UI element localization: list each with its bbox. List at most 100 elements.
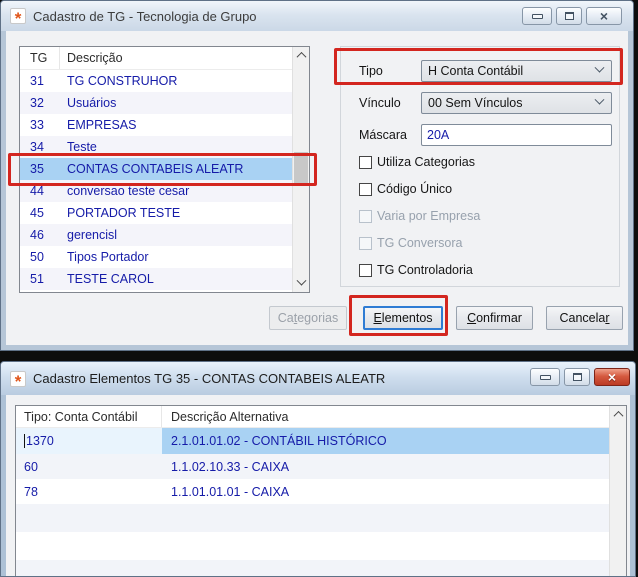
codigo-cell[interactable]: 78 [16, 479, 162, 504]
tg-form-panel: Tipo H Conta Contábil Vínculo 00 Sem Vín… [340, 46, 620, 287]
tg-cell: 44 [30, 184, 44, 198]
descricao-cell: Tipos Portador [67, 250, 149, 264]
descricao-alternativa-cell[interactable]: 2.1.01.01.02 - CONTÁBIL HISTÓRICO [162, 428, 609, 454]
empty-row [16, 532, 609, 560]
tg-cell: 46 [30, 228, 44, 242]
close-icon: × [607, 369, 617, 385]
elementos-table-header[interactable]: Tipo: Conta Contábil Descrição Alternati… [16, 406, 609, 428]
tg-cell: 32 [30, 96, 44, 110]
list-row-35[interactable]: 35 CONTAS CONTABEIS ALEATR [20, 158, 292, 180]
descricao-cell: TG CONSTRUHOR [67, 74, 178, 88]
checkbox-label: Código Único [377, 182, 453, 196]
descricao-cell: PORTADOR TESTE [67, 206, 181, 220]
column-header-tg[interactable]: TG [20, 47, 60, 69]
tg-list-rows: 31 TG CONSTRUHOR 32 Usuários 33 EMPRESAS 34 Tes… [20, 70, 292, 292]
scroll-down-button[interactable] [293, 275, 309, 291]
checkbox-varia-por-empresa: Varia por Empresa [359, 209, 480, 223]
window-title: Cadastro de TG - Tecnologia de Grupo [33, 8, 257, 24]
maximize-icon [572, 373, 582, 381]
close-button[interactable]: × [586, 7, 622, 25]
minimize-button[interactable] [522, 7, 552, 25]
maximize-button[interactable] [564, 368, 590, 386]
title-bar[interactable]: * Cadastro Elementos TG 35 - CONTAS CONT… [1, 362, 635, 395]
column-header-descricao[interactable]: Descrição [60, 51, 292, 65]
descricao-cell: conversao teste cesar [67, 184, 190, 198]
checkbox-box-icon[interactable] [359, 155, 372, 169]
descricao-cell: Teste [67, 140, 97, 154]
column-header-tipo-conta[interactable]: Tipo: Conta Contábil [16, 406, 162, 427]
list-row-33[interactable]: 33 EMPRESAS [20, 114, 292, 136]
descricao-alternativa-cell[interactable]: 1.1.01.01.01 - CAIXA [162, 479, 609, 504]
elementos-button[interactable]: Elementos [363, 306, 443, 330]
checkbox-tg-controladoria[interactable]: TG Controladoria [359, 263, 473, 277]
close-icon: × [599, 8, 609, 24]
cancelar-button[interactable]: Cancelar [546, 306, 623, 330]
list-row-31[interactable]: 31 TG CONSTRUHOR [20, 70, 292, 92]
confirmar-button[interactable]: Confirmar [456, 306, 533, 330]
descricao-cell: CONTAS CONTABEIS ALEATR [67, 162, 244, 176]
descricao-alternativa-cell[interactable]: 1.1.02.10.33 - CAIXA [162, 454, 609, 479]
client-area: TG Descrição 31 TG CONSTRUHOR 32 Usuários 33… [6, 31, 628, 345]
app-logo-icon: * [10, 8, 26, 27]
chevron-up-icon [296, 51, 306, 62]
window-title: Cadastro Elementos TG 35 - CONTAS CONTAB… [33, 371, 386, 386]
tg-list: TG Descrição 31 TG CONSTRUHOR 32 Usuários 33… [19, 46, 310, 293]
cadastro-elementos-window: * Cadastro Elementos TG 35 - CONTAS CONT… [0, 361, 636, 577]
tg-list-scrollbar[interactable] [292, 47, 309, 292]
table-row-78[interactable]: 78 1.1.01.01.01 - CAIXA [16, 479, 609, 504]
mascara-label: Máscara [359, 128, 407, 142]
categorias-button[interactable]: Categorias [269, 306, 347, 330]
tg-cell: 51 [30, 272, 44, 286]
vinculo-select[interactable]: 00 Sem Vínculos [421, 92, 612, 114]
scrollbar-thumb[interactable] [294, 152, 308, 184]
checkbox-label: TG Controladoria [377, 263, 473, 277]
close-button[interactable]: × [594, 368, 630, 386]
tg-cell: 31 [30, 74, 44, 88]
checkbox-tg-conversora: TG Conversora [359, 236, 462, 250]
list-row-46[interactable]: 46 gerencisl [20, 224, 292, 246]
tg-cell: 45 [30, 206, 44, 220]
scroll-up-button[interactable] [610, 407, 626, 422]
chevron-down-icon [594, 62, 605, 73]
chevron-up-icon [613, 410, 623, 421]
client-area: Tipo: Conta Contábil Descrição Alternati… [6, 395, 630, 576]
list-row-32[interactable]: 32 Usuários [20, 92, 292, 114]
empty-row [16, 560, 609, 576]
checkbox-label: TG Conversora [377, 236, 463, 250]
checkbox-box-icon[interactable] [359, 263, 372, 277]
list-row-45[interactable]: 45 PORTADOR TESTE [20, 202, 292, 224]
cadastro-tg-window: * Cadastro de TG - Tecnologia de Grupo ×… [0, 0, 634, 351]
table-row-1370[interactable]: 1370 2.1.01.01.02 - CONTÁBIL HISTÓRICO [16, 428, 609, 454]
checkbox-box-icon [359, 209, 372, 223]
column-header-descricao-alternativa[interactable]: Descrição Alternativa [162, 410, 609, 424]
checkbox-utiliza-categorias[interactable]: Utiliza Categorias [359, 155, 475, 169]
checkbox-codigo-unico[interactable]: Código Único [359, 182, 452, 196]
elementos-scrollbar[interactable] [609, 406, 626, 576]
chevron-down-icon [296, 275, 306, 286]
title-bar[interactable]: * Cadastro de TG - Tecnologia de Grupo × [1, 1, 633, 31]
tg-cell: 35 [30, 162, 44, 176]
descricao-cell: Usuários [67, 96, 117, 110]
tg-list-header[interactable]: TG Descrição [20, 47, 292, 70]
mascara-input[interactable] [421, 124, 612, 146]
table-row-60[interactable]: 60 1.1.02.10.33 - CAIXA [16, 454, 609, 479]
list-row-50[interactable]: 50 Tipos Portador [20, 246, 292, 268]
checkbox-box-icon[interactable] [359, 182, 372, 196]
vinculo-value: 00 Sem Vínculos [428, 96, 523, 110]
codigo-cell[interactable]: 60 [16, 454, 162, 479]
descricao-cell: EMPRESAS [67, 118, 137, 132]
descricao-cell: TESTE CAROL [67, 272, 154, 286]
minimize-button[interactable] [530, 368, 560, 386]
list-row-34[interactable]: 34 Teste [20, 136, 292, 158]
list-row-44[interactable]: 44 conversao teste cesar [20, 180, 292, 202]
maximize-button[interactable] [556, 7, 582, 25]
checkbox-label: Utiliza Categorias [377, 155, 475, 169]
empty-row [16, 504, 609, 532]
list-row-51[interactable]: 51 TESTE CAROL [20, 268, 292, 290]
codigo-cell[interactable]: 1370 [16, 428, 162, 454]
tipo-select[interactable]: H Conta Contábil [421, 60, 612, 82]
text-caret [24, 434, 25, 448]
app-logo-icon: * [10, 370, 26, 390]
scroll-up-button[interactable] [293, 48, 309, 63]
checkbox-label: Varia por Empresa [377, 209, 481, 223]
